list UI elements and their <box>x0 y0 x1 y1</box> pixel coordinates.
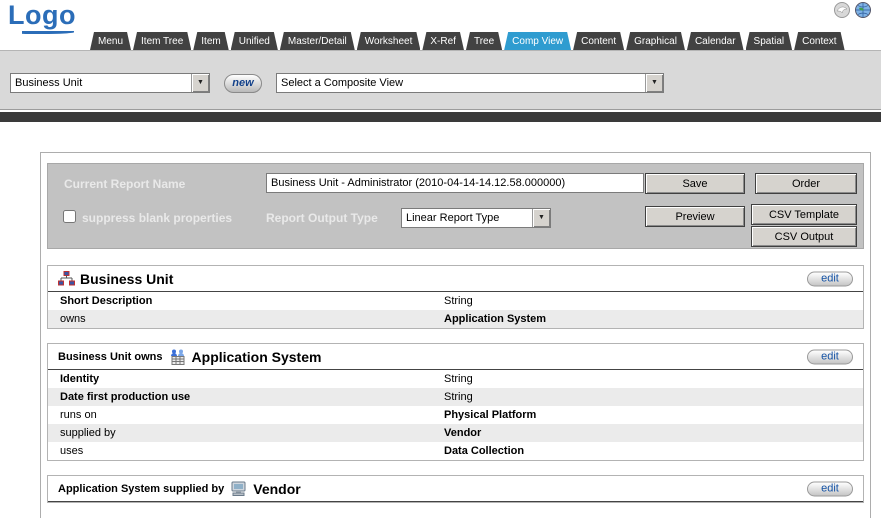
property-value: Physical Platform <box>444 409 537 421</box>
composite-view-select[interactable]: Select a Composite View <box>276 73 664 93</box>
section-rows: Short Description String owns Applicatio… <box>48 292 863 328</box>
output-type-label: Report Output Type <box>266 211 378 225</box>
tab-calendar[interactable]: Calendar <box>687 32 744 50</box>
property-row: Identity String <box>48 370 863 388</box>
composite-view-select-wrap: Select a Composite View <box>276 73 664 93</box>
new-button[interactable]: new <box>224 73 262 93</box>
property-value: String <box>444 373 473 385</box>
property-name: Identity <box>60 373 100 385</box>
section-title: Application System <box>191 348 322 365</box>
section-prefix: Business Unit owns <box>58 350 163 363</box>
order-button[interactable]: Order <box>755 173 857 194</box>
edit-button[interactable]: edit <box>807 481 853 496</box>
tab-menu[interactable]: Menu <box>90 32 131 50</box>
tab-master-detail[interactable]: Master/Detail <box>280 32 355 50</box>
tab-item[interactable]: Item <box>193 32 228 50</box>
tab-unified[interactable]: Unified <box>231 32 278 50</box>
property-section: Application System supplied by Vendor ed… <box>47 475 864 503</box>
section-prefix: Application System supplied by <box>58 482 225 495</box>
tab-worksheet[interactable]: Worksheet <box>357 32 421 50</box>
edit-button[interactable]: edit <box>807 271 853 286</box>
save-button[interactable]: Save <box>645 173 745 194</box>
page: Logo Menu Item Tree Item Unified Master/Deta… <box>0 0 881 518</box>
bird-icon[interactable] <box>834 2 850 18</box>
section-title: Vendor <box>253 480 301 497</box>
suppress-blank-checkbox[interactable] <box>63 210 76 223</box>
tab-comp-view[interactable]: Comp View <box>504 32 571 50</box>
tab-item-tree[interactable]: Item Tree <box>133 32 191 50</box>
org-chart-icon <box>58 271 75 286</box>
property-row: uses Data Collection <box>48 442 863 460</box>
property-name: owns <box>60 313 86 325</box>
property-value: Application System <box>444 313 547 325</box>
tab-content[interactable]: Content <box>573 32 624 50</box>
property-section: Business Unit edit Short Description Str… <box>47 265 864 329</box>
output-type-select-wrap: Linear Report Type <box>401 208 551 228</box>
suppress-blank-label: suppress blank properties <box>82 211 233 225</box>
report-panel: Current Report Name Save Order suppress … <box>40 152 871 518</box>
tab-spatial[interactable]: Spatial <box>746 32 793 50</box>
globe-icon[interactable] <box>855 2 871 18</box>
top-icons <box>834 2 871 18</box>
property-name: supplied by <box>60 427 116 439</box>
item-type-select[interactable]: Business Unit <box>10 73 210 93</box>
edit-button[interactable]: edit <box>807 349 853 364</box>
section-header: Business Unit edit <box>48 266 863 292</box>
property-row: owns Application System <box>48 310 863 328</box>
output-type-select[interactable]: Linear Report Type <box>401 208 551 228</box>
property-row: Short Description String <box>48 292 863 310</box>
property-row: supplied by Vendor <box>48 424 863 442</box>
toolbar: Business Unit new Select a Composite Vie… <box>0 50 881 110</box>
vendor-icon <box>230 481 248 497</box>
csv-output-button[interactable]: CSV Output <box>751 226 857 247</box>
csv-template-button[interactable]: CSV Template <box>751 204 857 225</box>
property-value: Data Collection <box>444 445 525 457</box>
preview-button[interactable]: Preview <box>645 206 745 227</box>
property-row: Date first production use String <box>48 388 863 406</box>
property-section: Business Unit owns Application System ed… <box>47 343 864 461</box>
property-value: String <box>444 295 473 307</box>
content-area: Current Report Name Save Order suppress … <box>0 122 881 518</box>
tab-graphical[interactable]: Graphical <box>626 32 685 50</box>
report-name-input[interactable] <box>266 173 644 193</box>
tab-context[interactable]: Context <box>794 32 844 50</box>
property-name: Date first production use <box>60 391 191 403</box>
header: Logo Menu Item Tree Item Unified Master/Deta… <box>0 0 881 50</box>
property-value: Vendor <box>444 427 482 439</box>
property-name: runs on <box>60 409 97 421</box>
tab-x-ref[interactable]: X-Ref <box>422 32 464 50</box>
item-type-select-wrap: Business Unit <box>10 73 210 93</box>
property-value: String <box>444 391 473 403</box>
section-header: Business Unit owns Application System ed… <box>48 344 863 370</box>
section-rows: Identity String Date first production us… <box>48 370 863 460</box>
app-system-icon <box>169 349 187 365</box>
section-title: Business Unit <box>80 270 174 287</box>
divider-bar <box>0 112 881 122</box>
property-row: runs on Physical Platform <box>48 406 863 424</box>
sections: Business Unit edit Short Description Str… <box>47 265 864 503</box>
property-name: Short Description <box>60 295 153 307</box>
report-name-label: Current Report Name <box>64 177 186 191</box>
property-name: uses <box>60 445 84 457</box>
app-logo: Logo <box>8 0 76 30</box>
report-header: Current Report Name Save Order suppress … <box>47 163 864 249</box>
tab-tree[interactable]: Tree <box>466 32 502 50</box>
section-header: Application System supplied by Vendor ed… <box>48 476 863 502</box>
tab-bar: Menu Item Tree Item Unified Master/Detail Wor… <box>90 32 881 50</box>
logo-swoosh <box>22 31 74 34</box>
